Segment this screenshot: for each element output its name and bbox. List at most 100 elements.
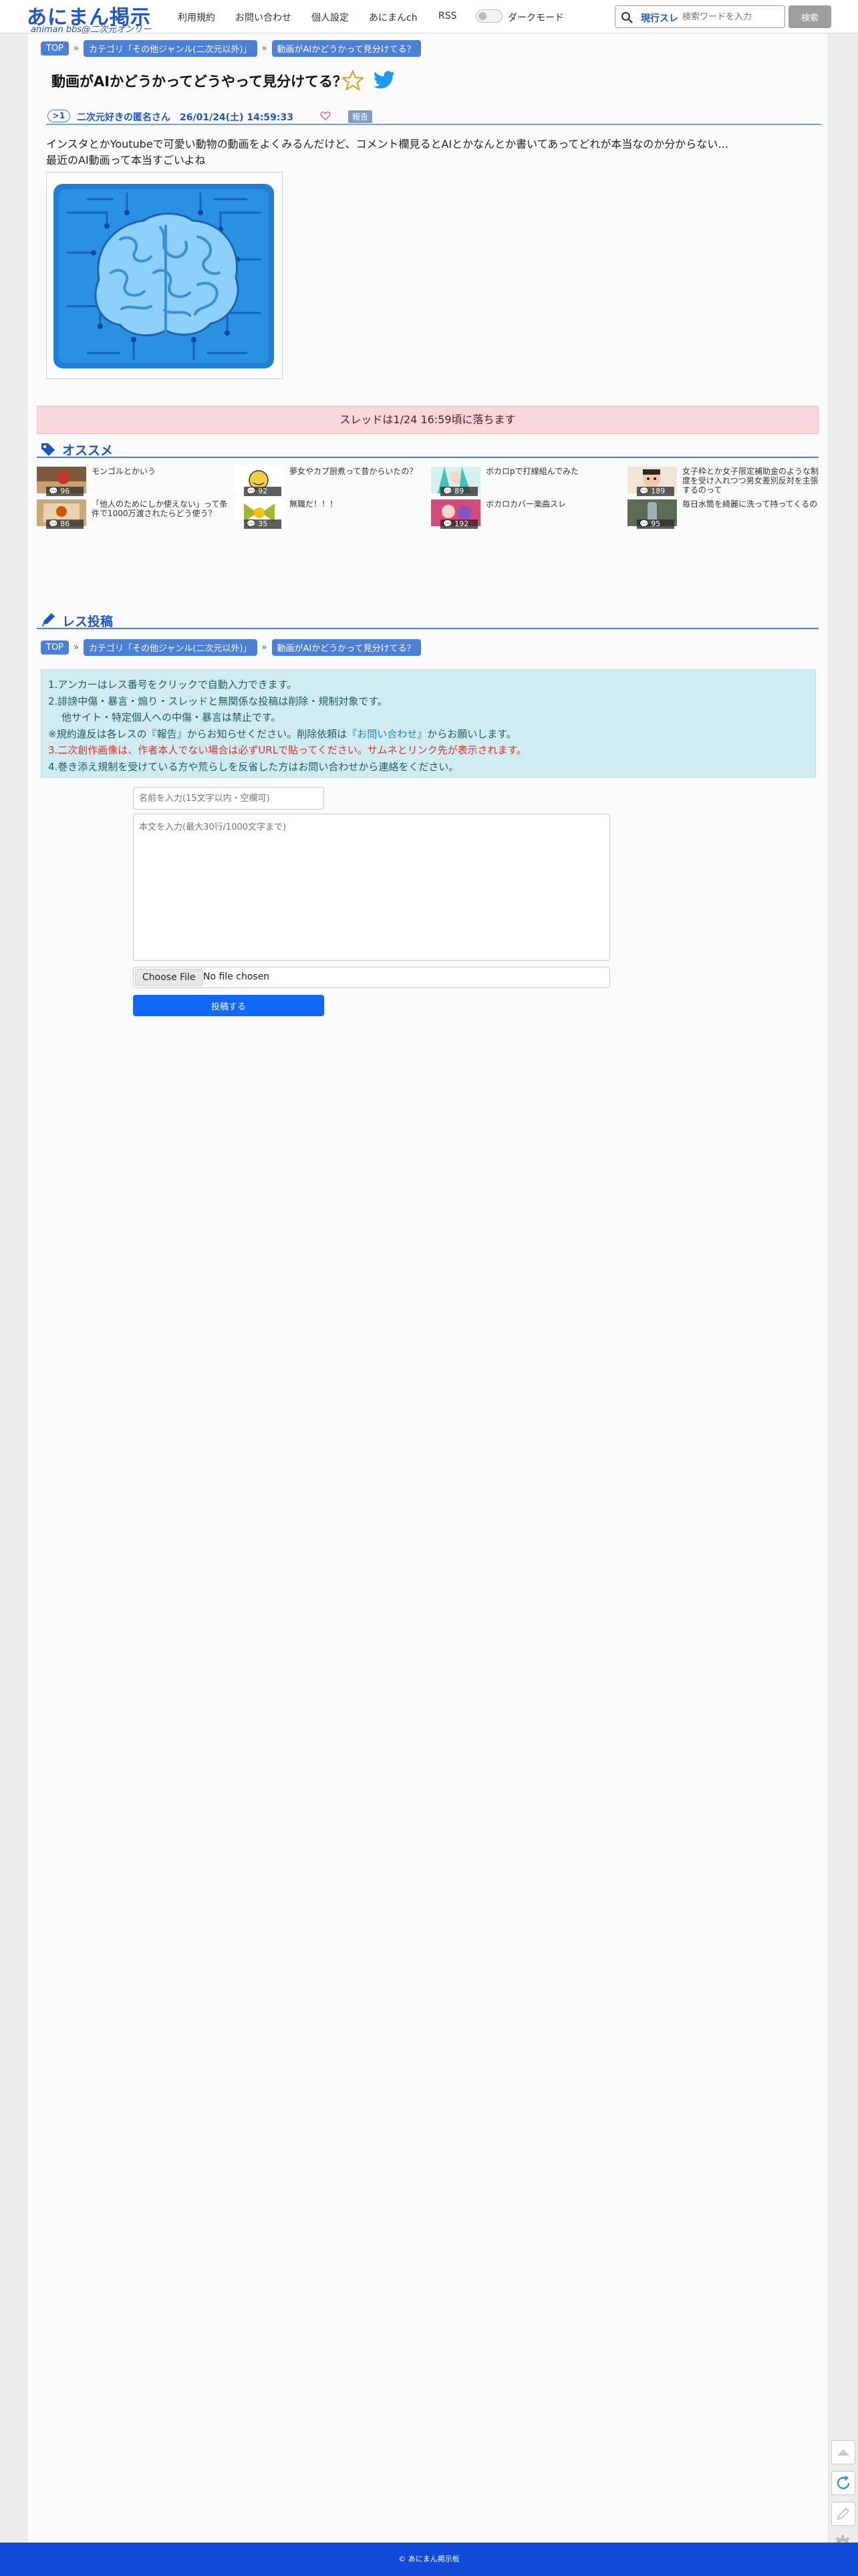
pencil-icon <box>41 613 55 626</box>
recommend-reply-count: 💬 89 <box>440 487 478 496</box>
breadcrumb: TOP » カテゴリ「その他ジャンル(二次元以外)」 » 動画がAIかどうかって見分けて… <box>41 639 421 656</box>
breadcrumb-top-link[interactable]: TOP <box>41 640 69 655</box>
count-value: 189 <box>651 487 666 495</box>
reply-header: レス投稿 <box>37 610 819 629</box>
count-value: 96 <box>60 487 70 495</box>
post-header: >1 二次元好きの匿名さん 26/01/24(土) 14:59:33 報告 <box>46 109 821 125</box>
rule-line: 1.アンカーはレス番号をクリックで自動入力できます。 <box>48 679 297 691</box>
recommend-reply-count: 💬 96 <box>46 487 84 496</box>
tag-icon <box>41 443 55 456</box>
recommend-header: オススメ <box>37 439 819 458</box>
nav-animanch-link[interactable]: あにまんch <box>369 11 418 24</box>
rule-line: 2.誹謗中傷・暴言・煽り・スレッドと無関係な投稿は削除・規制対象です。 <box>48 695 388 707</box>
favorite-star-icon[interactable] <box>341 69 364 92</box>
post-body-line: 最近のAI動画って本当すごいよね <box>46 154 206 166</box>
breadcrumb-separator: » <box>74 43 79 53</box>
image-file-input[interactable]: Choose File No file chosen <box>133 967 610 988</box>
toggle-knob <box>478 12 486 20</box>
name-input[interactable] <box>133 787 324 810</box>
post-image[interactable] <box>46 172 283 379</box>
recommend-title-text: 女子枠とか女子限定補助金のような制度を受け入れつつ男女差別反対を主張するのって <box>682 467 819 495</box>
site-logo[interactable]: あにまん掲示板 animan bbs@二次元オンリー <box>27 0 167 59</box>
breadcrumb-thread-link[interactable]: 動画がAIかどうかって見分けてる？ <box>271 639 421 656</box>
breadcrumb-separator: » <box>261 642 267 653</box>
submit-post-button[interactable]: 投稿する <box>133 995 324 1016</box>
report-button[interactable]: 報告 <box>348 110 373 123</box>
post-body-line: インスタとかYoutubeで可愛い動物の動画をよくみるんだけど、コメント欄見ると… <box>46 138 729 150</box>
recommend-item[interactable]: 💬 96 モンゴルとかいう <box>37 467 231 496</box>
rule-line: 他サイト・特定個人への中傷・暴言は禁止です。 <box>61 711 281 723</box>
scroll-top-button[interactable] <box>831 2440 855 2464</box>
search-input[interactable] <box>682 9 782 25</box>
edit-icon <box>837 2507 850 2521</box>
count-value: 95 <box>651 519 661 528</box>
count-value: 35 <box>258 519 268 528</box>
copyright-text: © あにまん掲示板 <box>398 2555 460 2563</box>
rule-text: ※規約違反は各レスの『報告』からお知らせください。削除依頼は『 <box>48 727 358 740</box>
recommend-item[interactable]: 💬 86 「他人のためにしか使えない」って条件で1000万渡されたらどう使う？ <box>37 499 231 529</box>
recommend-item[interactable]: 💬 89 ボカロpで打線組んでみた <box>431 467 625 496</box>
breadcrumb-separator: » <box>261 43 267 53</box>
contact-link[interactable]: お問い合わせ <box>357 728 417 740</box>
search-icon <box>621 12 633 23</box>
recommend-item[interactable]: 💬 92 夢女やカプ厨煮って昔からいたの？ <box>235 467 428 496</box>
count-value: 192 <box>454 519 469 528</box>
breadcrumb-category-link[interactable]: カテゴリ「その他ジャンル(二次元以外)」 <box>84 40 257 57</box>
recommend-title-text: 「他人のためにしか使えない」って条件で1000万渡されたらどう使う？ <box>92 499 228 518</box>
main-content: TOP » カテゴリ「その他ジャンル(二次元以外)」 » 動画がAIかどうかって見分けて… <box>27 33 829 2543</box>
count-value: 86 <box>60 519 70 528</box>
file-status: No file chosen <box>203 971 270 982</box>
breadcrumb-separator: » <box>74 642 79 653</box>
dark-mode-label: ダークモード <box>508 13 564 23</box>
post-author: 二次元好きの匿名さん <box>77 112 170 123</box>
post-date: 26/01/24(土) 14:59:33 <box>180 112 293 123</box>
nav-contact-link[interactable]: お問い合わせ <box>235 11 291 24</box>
search-box: 現行スレ <box>615 5 785 28</box>
recommend-item[interactable]: 💬 189 女子枠とか女子限定補助金のような制度を受け入れつつ男女差別反対を主張… <box>627 467 821 496</box>
count-value: 92 <box>258 487 268 495</box>
breadcrumb: TOP » カテゴリ「その他ジャンル(二次元以外)」 » 動画がAIかどうかって見分けて… <box>41 40 421 57</box>
recommend-item[interactable]: 💬 192 ボカロカバー楽曲スレ <box>431 499 625 529</box>
reload-icon <box>837 2476 850 2490</box>
breadcrumb-thread-link[interactable]: 動画がAIかどうかって見分けてる？ <box>271 40 421 57</box>
breadcrumb-category-link[interactable]: カテゴリ「その他ジャンル(二次元以外)」 <box>84 639 257 656</box>
nav-rss-link[interactable]: RSS <box>438 11 457 21</box>
reload-button[interactable] <box>831 2471 855 2495</box>
write-button[interactable] <box>831 2502 855 2526</box>
reply-title: レス投稿 <box>62 614 114 629</box>
nav-terms-link[interactable]: 利用規約 <box>178 11 215 24</box>
rule-line: ※規約違反は各レスの『報告』からお知らせください。削除依頼は『お問い合わせ』から… <box>48 726 809 743</box>
breadcrumb-top-link[interactable]: TOP <box>41 41 69 55</box>
recommend-reply-count: 💬 189 <box>637 487 674 496</box>
body-textarea[interactable] <box>133 814 610 961</box>
rule-text: 』からお願いします。 <box>417 727 517 740</box>
recommend-title-text: 毎日水筒を綺麗に洗って持ってくるの <box>682 499 818 509</box>
recommend-item[interactable]: 💬 95 毎日水筒を綺麗に洗って持ってくるの <box>627 499 821 529</box>
search-scope-select[interactable]: 現行スレ <box>641 11 678 25</box>
dark-mode-toggle[interactable] <box>476 9 503 23</box>
recommend-title-text: 夢女やカプ厨煮って昔からいたの？ <box>289 467 418 476</box>
brain-illustration <box>53 184 274 368</box>
heart-icon[interactable] <box>320 110 331 121</box>
rule-line: 4.巻き添え規制を受けている方や荒らしを反省した方はお問い合わせから連絡をくださ… <box>48 760 459 773</box>
twitter-bird-icon[interactable] <box>372 69 396 92</box>
expire-notice: スレッドは1/24 16:59頃に落ちます <box>37 406 819 434</box>
recommend-reply-count: 💬 86 <box>46 519 84 529</box>
arrow-up-icon <box>837 2449 849 2456</box>
recommend-reply-count: 💬 35 <box>244 519 281 529</box>
rule-line: 3.二次創作画像は、作者本人でない場合は必ずURLで貼ってください。サムネとリン… <box>48 744 527 756</box>
recommend-item[interactable]: 💬 35 無職だ！！！ <box>235 499 428 529</box>
search-button[interactable]: 検索 <box>789 5 831 28</box>
post-number[interactable]: >1 <box>47 110 70 122</box>
posting-rules: 1.アンカーはレス番号をクリックで自動入力できます。 2.誹謗中傷・暴言・煽り・… <box>41 669 816 778</box>
site-footer: © あにまん掲示板 <box>0 2543 858 2576</box>
recommend-reply-count: 💬 95 <box>637 519 674 529</box>
recommend-title-text: 無職だ！！！ <box>289 499 338 509</box>
nav-settings-link[interactable]: 個人設定 <box>311 11 349 24</box>
recommend-title-text: ボカロpで打線組んでみた <box>486 467 579 476</box>
choose-file-button[interactable]: Choose File <box>135 969 203 986</box>
count-value: 89 <box>454 487 464 495</box>
recommend-reply-count: 💬 192 <box>440 519 478 529</box>
thread-title: 動画がAIかどうかってどうやって見分けてる？ <box>51 74 347 90</box>
recommend-reply-count: 💬 92 <box>244 487 281 496</box>
